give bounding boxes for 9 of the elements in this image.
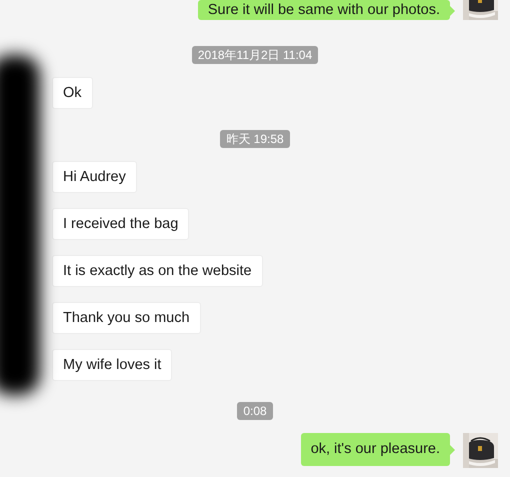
message-bubble: Hi Audrey: [52, 161, 137, 193]
message-bubble: My wife loves it: [52, 349, 172, 381]
message-bubble: It is exactly as on the website: [52, 255, 263, 287]
timestamp: 昨天 19:58: [220, 130, 290, 148]
message-bubble: I received the bag: [52, 208, 190, 240]
timestamp: 0:08: [237, 402, 273, 420]
timestamp: 2018年11月2日 11:04: [192, 46, 318, 64]
message-bubble: Ok: [52, 77, 93, 109]
message-bubble: Thank you so much: [52, 302, 201, 334]
